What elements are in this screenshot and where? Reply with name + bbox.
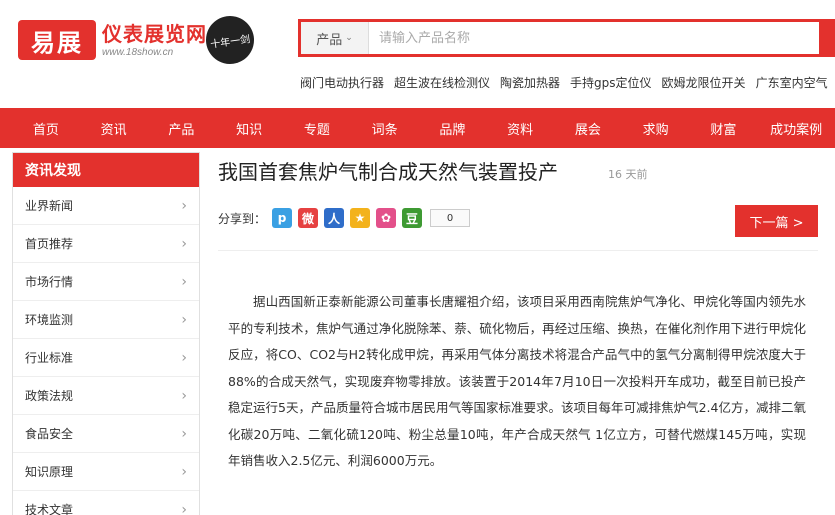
- share-label: 分享到：: [218, 211, 267, 226]
- renren-share-icon[interactable]: 人: [324, 208, 345, 228]
- sidebar-item-label: 政策法规: [25, 389, 74, 403]
- logo-name: 仪表展览网: [102, 21, 207, 46]
- sidebar-item-standards[interactable]: 行业标准 ›: [13, 339, 199, 377]
- sidebar-item-featured[interactable]: 首页推荐 ›: [13, 225, 199, 263]
- hot-keyword[interactable]: 阀门电动执行器: [300, 74, 384, 91]
- logo-url: www.18show.cn: [102, 46, 174, 58]
- article-time: 16 天前: [608, 168, 648, 181]
- hot-keyword[interactable]: 陶瓷加热器: [500, 74, 560, 91]
- tencent-weibo-share-icon[interactable]: ✿: [376, 208, 397, 228]
- sidebar-item-principles[interactable]: 知识原理 ›: [13, 453, 199, 491]
- nav-item-brands[interactable]: 品牌: [419, 119, 487, 138]
- share-bar: 分享到： p 微 人 ★ ✿ 豆 0: [218, 208, 471, 228]
- chevron-right-icon: ›: [181, 349, 187, 366]
- share-count: 0: [430, 209, 471, 227]
- divider: [218, 250, 818, 251]
- qzone-share-icon[interactable]: ★: [350, 208, 371, 228]
- nav-item-home[interactable]: 首页: [12, 119, 80, 138]
- sidebar-item-label: 业界新闻: [25, 199, 74, 213]
- sidebar-item-industry-news[interactable]: 业界新闻 ›: [13, 187, 199, 225]
- search-category-select[interactable]: 产品 ⌄: [301, 22, 369, 54]
- sidebar-title: 资讯发现: [13, 153, 199, 187]
- sidebar-item-market[interactable]: 市场行情 ›: [13, 263, 199, 301]
- chevron-right-icon: ›: [181, 235, 187, 252]
- main-nav: 首页 资讯 产品 知识 专题 词条 品牌 资料 展会 求购 财富 成功案例: [0, 108, 835, 148]
- chevron-right-icon: ›: [181, 197, 187, 214]
- search-category-label: 产品: [316, 32, 343, 48]
- sidebar-item-label: 行业标准: [25, 351, 74, 365]
- chevron-right-icon: ›: [181, 273, 187, 290]
- chevron-right-icon: ›: [181, 387, 187, 404]
- chevron-right-icon: ›: [181, 311, 187, 328]
- logo-mark: 易展: [18, 20, 96, 60]
- nav-item-cases[interactable]: 成功案例: [757, 119, 835, 138]
- sidebar-item-label: 市场行情: [25, 275, 74, 289]
- logo-seal-icon: 十年一剑: [202, 12, 258, 68]
- hot-keyword[interactable]: 超生波在线检测仪: [394, 74, 490, 91]
- hot-keyword[interactable]: 欧姆龙限位开关: [662, 74, 746, 91]
- sidebar-item-label: 首页推荐: [25, 237, 74, 251]
- sidebar-item-articles[interactable]: 技术文章 ›: [13, 491, 199, 515]
- pinterest-share-icon[interactable]: p: [272, 208, 293, 228]
- sidebar-item-environment[interactable]: 环境监测 ›: [13, 301, 199, 339]
- search-input[interactable]: [369, 22, 835, 54]
- logo-text: 仪表展览网 www.18show.cn: [102, 23, 207, 58]
- hot-keywords: 阀门电动执行器 超生波在线检测仪 陶瓷加热器 手持gps定位仪 欧姆龙限位开关 …: [300, 74, 835, 91]
- chevron-right-icon: ›: [181, 463, 187, 480]
- sidebar: 资讯发现 业界新闻 › 首页推荐 › 市场行情 › 环境监测 › 行业标准 › 政策法规 ›…: [12, 152, 200, 515]
- page: 易展 仪表展览网 www.18show.cn 十年一剑 产品 ⌄ 阀门电动执行器…: [0, 0, 835, 515]
- nav-item-news[interactable]: 资讯: [80, 119, 148, 138]
- search-bar: 产品 ⌄: [298, 19, 835, 57]
- chevron-right-icon: ›: [181, 425, 187, 442]
- nav-item-topics[interactable]: 专题: [283, 119, 351, 138]
- header: 易展 仪表展览网 www.18show.cn 十年一剑 产品 ⌄ 阀门电动执行器…: [0, 0, 835, 108]
- sidebar-item-label: 技术文章: [25, 503, 74, 515]
- chevron-right-icon: ›: [181, 501, 187, 515]
- article-body: 据山西国新正泰新能源公司董事长唐耀祖介绍，该项目采用西南院焦炉气净化、甲烷化等国…: [228, 294, 806, 468]
- nav-item-resources[interactable]: 资料: [486, 119, 554, 138]
- nav-item-exhibitions[interactable]: 展会: [554, 119, 622, 138]
- site-logo[interactable]: 易展 仪表展览网 www.18show.cn 十年一剑: [18, 12, 258, 68]
- nav-item-purchase[interactable]: 求购: [622, 119, 690, 138]
- article-title: 我国首套焦炉气制合成天然气装置投产: [218, 160, 558, 184]
- nav-item-knowledge[interactable]: 知识: [215, 119, 283, 138]
- sidebar-item-label: 环境监测: [25, 313, 74, 327]
- sidebar-item-label: 知识原理: [25, 465, 74, 479]
- sidebar-item-food-safety[interactable]: 食品安全 ›: [13, 415, 199, 453]
- hot-keyword[interactable]: 广东室内空气: [756, 74, 828, 91]
- weibo-share-icon[interactable]: 微: [298, 208, 319, 228]
- search-button[interactable]: [819, 19, 835, 57]
- nav-item-products[interactable]: 产品: [148, 119, 216, 138]
- sidebar-item-policy[interactable]: 政策法规 ›: [13, 377, 199, 415]
- chevron-down-icon: ⌄: [345, 33, 353, 43]
- nav-item-wealth[interactable]: 财富: [690, 119, 758, 138]
- nav-item-glossary[interactable]: 词条: [351, 119, 419, 138]
- sidebar-item-label: 食品安全: [25, 427, 74, 441]
- next-article-button[interactable]: 下一篇 >: [735, 205, 818, 237]
- hot-keyword[interactable]: 手持gps定位仪: [570, 74, 652, 91]
- douban-share-icon[interactable]: 豆: [402, 208, 423, 228]
